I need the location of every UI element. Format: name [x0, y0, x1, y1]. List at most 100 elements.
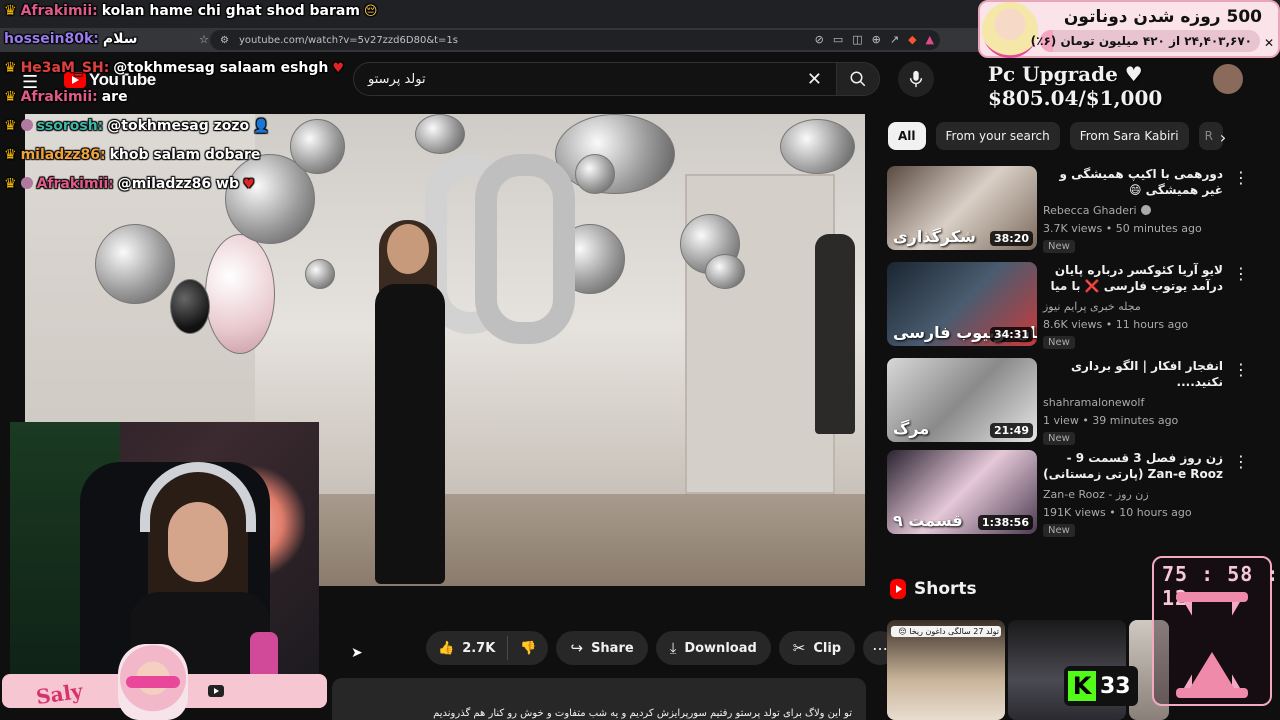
thumbnail-text: شکرگذاری — [893, 227, 976, 246]
chevron-right-icon[interactable]: › — [1210, 124, 1236, 150]
chat-emoji-icon: ♥ — [243, 177, 255, 192]
pc-upgrade-goal: Pc Upgrade ♥ $805.04/$1,000 — [988, 62, 1163, 110]
channel-label: Rebecca Ghaderi — [1043, 204, 1137, 217]
video-title[interactable]: دورهمی با اکیپ همیشگی و غیر همیشگی 😄 — [1043, 166, 1224, 198]
chat-message: ♛ Afrakimii: @miladzz86 wb ♥ — [4, 176, 255, 192]
video-balloon — [95, 224, 175, 304]
search-icon — [850, 71, 866, 87]
close-icon: ✕ — [1264, 36, 1275, 50]
more-vertical-icon[interactable]: ⋮ — [1233, 168, 1249, 187]
tracking-icon[interactable]: ⊘ — [815, 33, 824, 46]
kick-viewer-badge: K 33 — [1064, 666, 1138, 706]
video-description[interactable]: تو این ولاگ برای تولد پرستو رفتیم سورپرا… — [332, 678, 866, 720]
brave-shield-icon[interactable]: ◆ — [908, 33, 916, 46]
crown-icon: ♛ — [4, 3, 17, 19]
search-input[interactable]: ✕ تولد پرستو — [353, 62, 837, 96]
video-thumbnail[interactable]: قسمت ۹ 1:38:56 — [887, 450, 1037, 534]
hourglass-bottom — [1176, 688, 1248, 698]
more-horizontal-icon: ⋯ — [872, 638, 889, 658]
filter-chips: All From your search From Sara Kabiri R — [888, 122, 1223, 150]
recommended-video[interactable]: مرگ 21:49 انفجار افکار | الگو برداری نکنید… — [887, 358, 1267, 445]
scissors-icon: ✂ — [792, 639, 806, 657]
recommended-video[interactable]: شکرگذاری 38:20 دورهمی با اکیپ همیشگی و غیر… — [887, 166, 1267, 253]
video-title[interactable]: انفجار افکار | الگو برداری نکنید.... — [1043, 358, 1223, 390]
chat-text: are — [101, 89, 128, 105]
video-title[interactable]: زن روز فصل 3 قسمت 9 - Zan-e Rooz (پارتی … — [1043, 450, 1223, 482]
chip-filter[interactable]: All — [888, 122, 926, 150]
more-vertical-icon[interactable]: ⋮ — [1233, 452, 1249, 471]
zoom-icon[interactable]: ⊕ — [872, 33, 881, 46]
like-button[interactable]: 👍 2.7K — [426, 631, 507, 665]
chat-text: kolan hame chi ghat shod baram — [101, 3, 360, 19]
more-vertical-icon[interactable]: ⋮ — [1233, 264, 1249, 283]
chat-emoji-icon: ♥ — [332, 61, 345, 76]
hourglass-icon — [1176, 592, 1248, 698]
thumbs-up-icon: 👍 — [438, 640, 455, 656]
chat-message: ♛ Afrakimii: are — [4, 89, 128, 105]
crown-icon: ♛ — [4, 60, 17, 76]
video-duration: 1:38:56 — [977, 515, 1033, 530]
search-query: تولد پرستو — [368, 71, 426, 87]
thumbnail-text: مرگ — [893, 419, 930, 438]
video-thumbnail[interactable]: پایان یوتیوب فارسی34:31 — [887, 262, 1037, 346]
translate-icon[interactable]: ◫ — [852, 33, 862, 46]
clip-label: Clip — [813, 640, 842, 656]
more-vertical-icon[interactable]: ⋮ — [1233, 360, 1249, 379]
close-icon[interactable]: ✕ — [807, 69, 822, 90]
chat-text: @tokhmesag salaam eshgh — [113, 60, 329, 76]
recommended-video[interactable]: قسمت ۹ 1:38:56 زن روز فصل 3 قسمت 9 - Zan-e… — [887, 450, 1267, 537]
chat-message: ♛ He3aM_SH: @tokhmesag salaam eshgh ♥ — [4, 60, 344, 76]
crown-icon: ♛ — [4, 147, 17, 163]
chat-avatar-icon — [20, 119, 33, 131]
channel-label: shahramalonewolf — [1043, 396, 1145, 409]
video-balloon — [705, 254, 745, 289]
balloon-digit-0 — [475, 154, 575, 344]
kick-viewer-count: 33 — [1100, 673, 1131, 699]
short-title: تولد 27 سالگی داغون ریخا 😔 — [891, 626, 1001, 637]
channel-name[interactable]: مجله خبری پرایم نیوز — [1043, 300, 1141, 313]
chat-username: He3aM_SH: — [20, 60, 110, 76]
download-button[interactable]: ⤓ Download — [655, 631, 771, 665]
chat-text: @miladzz86 wb — [117, 176, 239, 192]
short-item[interactable]: تولد 27 سالگی داغون ریخا 😔 — [887, 620, 1005, 720]
thumbs-down-icon: 👎 — [520, 640, 537, 656]
chat-username: ssorosh: — [36, 118, 104, 134]
chip-filter[interactable]: From Sara Kabiri — [1069, 122, 1189, 150]
thumbnail-text: قسمت ۹ — [893, 511, 963, 530]
video-person-background — [815, 234, 855, 434]
video-duration: 34:31 — [989, 327, 1033, 342]
browser-extension-icons: ⊘ ▭ ◫ ⊕ ↗ ◆ ▲ — [815, 33, 934, 46]
channel-label: Zan-e Rooz - زن روز — [1043, 488, 1149, 501]
shorts-icon — [890, 579, 906, 599]
verified-icon — [1140, 205, 1151, 215]
video-thumbnail[interactable]: مرگ 21:49 — [887, 358, 1037, 442]
chat-username: miladzz86: — [20, 147, 106, 163]
mouse-cursor-icon: ➤ — [351, 645, 363, 661]
channel-name[interactable]: shahramalonewolf — [1043, 396, 1144, 409]
voice-search-button[interactable] — [898, 61, 934, 97]
like-count: 2.7K — [462, 640, 496, 656]
chat-username: Afrakimii: — [36, 176, 114, 192]
video-meta: 3.7K views • 50 minutes ago — [1043, 222, 1202, 235]
dislike-button[interactable]: 👎 — [508, 631, 548, 665]
share-icon: ↪ — [570, 639, 584, 657]
person-face — [387, 224, 429, 274]
channel-label: مجله خبری پرایم نیوز — [1043, 300, 1141, 313]
video-thumbnail[interactable]: شکرگذاری 38:20 — [887, 166, 1037, 250]
channel-name[interactable]: Zan-e Rooz - زن روز — [1043, 488, 1149, 501]
video-balloon — [205, 234, 275, 354]
share-page-icon[interactable]: ↗ — [890, 33, 899, 46]
chat-username: Afrakimii: — [20, 3, 98, 19]
video-title[interactable]: لایو آریا کئوکسر درباره پایان درآمد یوتو… — [1043, 262, 1223, 294]
share-button[interactable]: ↪ Share — [556, 631, 648, 665]
chibi-glasses-icon — [126, 676, 180, 688]
clip-button[interactable]: ✂ Clip — [778, 631, 856, 665]
search-button[interactable] — [836, 62, 880, 96]
video-balloon — [780, 119, 855, 174]
cast-icon[interactable]: ▭ — [833, 33, 843, 46]
rewards-icon[interactable]: ▲ — [926, 33, 934, 46]
channel-name[interactable]: Rebecca Ghaderi — [1043, 204, 1151, 217]
screen: ☆ ⚙ youtube.com/watch?v=5v27zzd6D80&t=1s… — [0, 0, 1280, 720]
chip-filter[interactable]: From your search — [935, 122, 1060, 150]
recommended-video[interactable]: پایان یوتیوب فارسی34:31لایو آریا کئوکسر … — [887, 262, 1267, 349]
